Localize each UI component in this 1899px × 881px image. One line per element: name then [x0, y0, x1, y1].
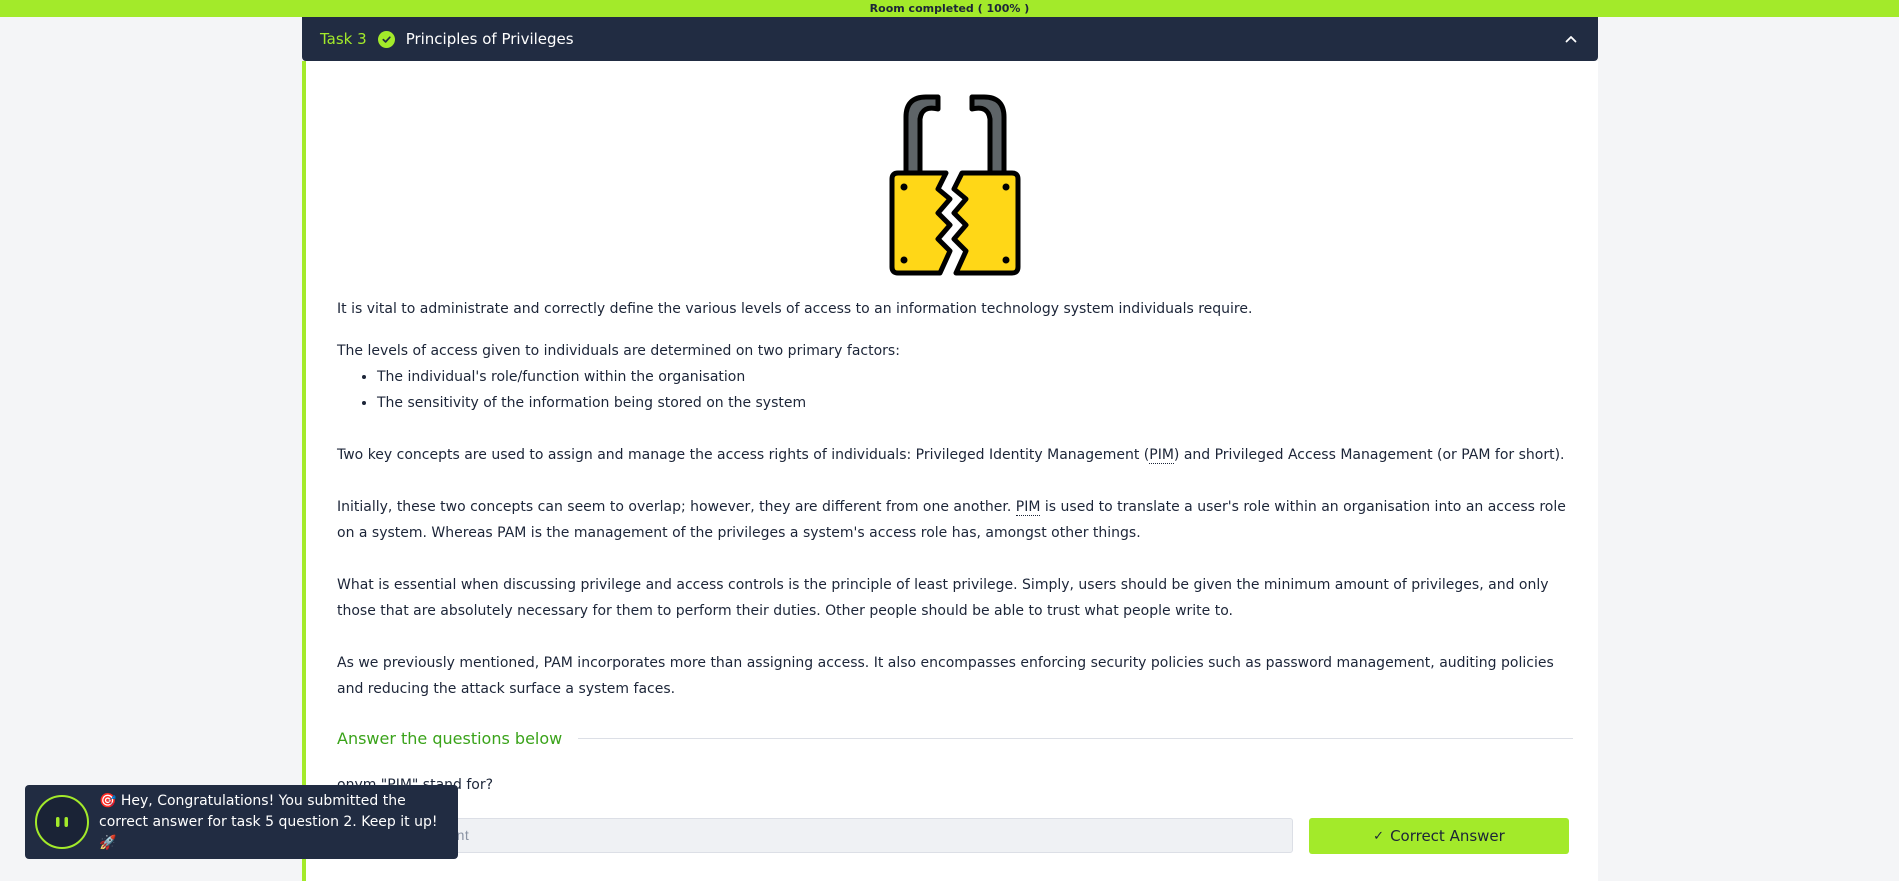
room-completed-banner: Room completed ( 100% ) [0, 0, 1899, 17]
pim-abbreviation: PIM [1149, 447, 1174, 464]
paragraph-text: What is essential when discussing privil… [337, 577, 1549, 619]
toast-message: 🎯 Hey, Congratulations! You submitted th… [99, 792, 438, 851]
answer-section-header: Answer the questions below [337, 729, 1573, 748]
pim-abbreviation: PIM [1015, 499, 1041, 516]
answer-heading: Answer the questions below [337, 729, 563, 748]
paragraph-intro: It is vital to administrate and correctl… [337, 296, 1577, 322]
paragraph-text: ) and Privileged Access Management (or P… [1173, 447, 1565, 463]
congratulations-toast[interactable]: 🎯 Hey, Congratulations! You submitted th… [25, 785, 458, 859]
list-item: The individual's role/function within th… [377, 364, 1577, 390]
room-completed-text: Room completed ( 100% ) [869, 2, 1030, 15]
paragraph-pam: As we previously mentioned, PAM incorpor… [337, 650, 1577, 702]
task-header[interactable]: Task 3 Principles of Privileges [302, 17, 1598, 61]
avatar [35, 795, 89, 849]
task-number: Task 3 [320, 30, 367, 48]
paragraph-overlap: Initially, these two concepts can seem t… [337, 494, 1577, 546]
factors-list: The individual's role/function within th… [337, 364, 1577, 416]
broken-padlock-icon [889, 94, 1021, 276]
task-title: Principles of Privileges [405, 30, 574, 48]
answer-input[interactable]: ntity Management [337, 818, 1293, 853]
check-circle-icon [377, 30, 395, 48]
chevron-up-icon[interactable] [1562, 30, 1580, 48]
task-content: It is vital to administrate and correctl… [302, 61, 1598, 881]
paragraph-least-privilege: What is essential when discussing privil… [337, 572, 1577, 624]
paragraph-text: The levels of access given to individual… [337, 343, 900, 359]
correct-answer-button[interactable]: ✓ Correct Answer [1309, 818, 1569, 854]
correct-answer-label: Correct Answer [1390, 827, 1505, 845]
paragraph-factors: The levels of access given to individual… [337, 338, 1577, 416]
paragraph-text: Two key concepts are used to assign and … [337, 447, 1150, 463]
paragraph-text: It is vital to administrate and correctl… [337, 301, 1253, 317]
paragraph-text: As we previously mentioned, PAM incorpor… [337, 655, 1554, 697]
divider [578, 738, 1573, 739]
list-item: The sensitivity of the information being… [377, 390, 1577, 416]
check-icon: ✓ [1373, 828, 1385, 844]
paragraph-text: Initially, these two concepts can seem t… [337, 499, 1016, 515]
paragraph-concepts: Two key concepts are used to assign and … [337, 442, 1577, 468]
